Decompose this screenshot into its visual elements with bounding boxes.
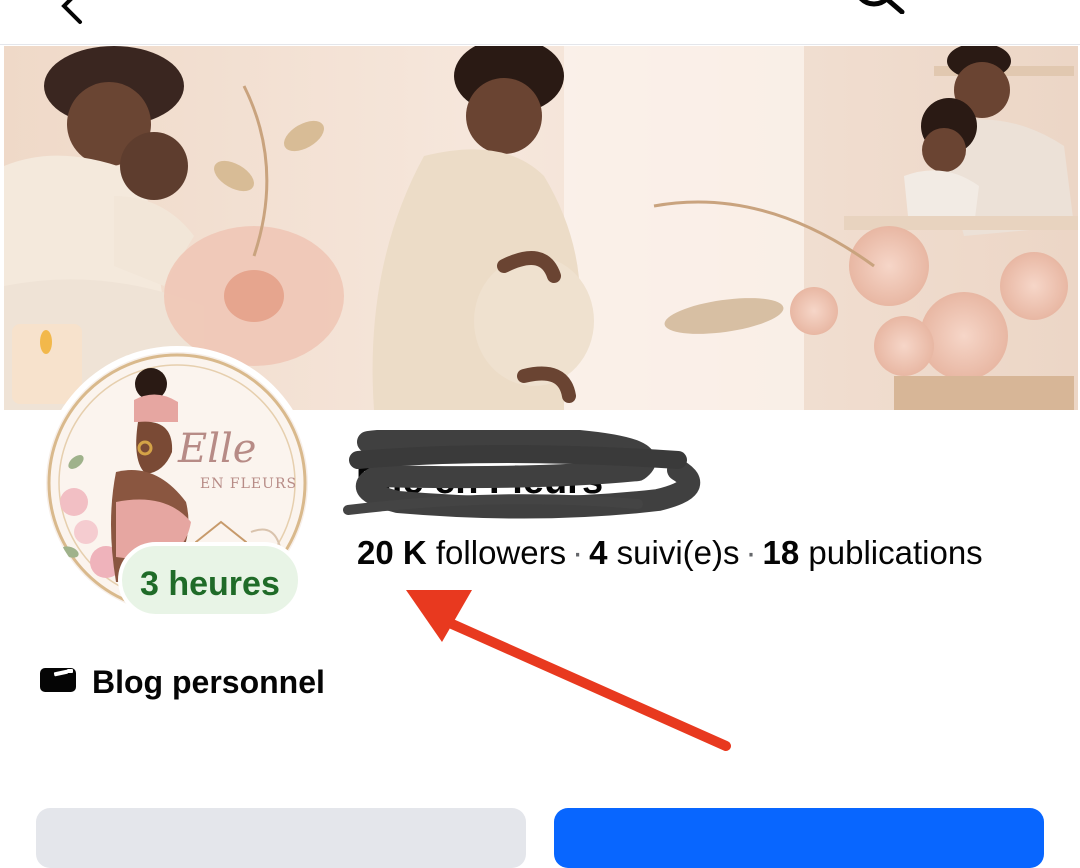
page-category: Blog personnel <box>40 664 325 701</box>
top-bar <box>0 0 1080 45</box>
video-camera-icon <box>40 666 76 699</box>
svg-text:Elle: Elle <box>177 426 256 472</box>
separator-dot: · <box>572 534 584 571</box>
category-label: Blog personnel <box>92 664 325 700</box>
following-label: suivi(e)s <box>616 534 740 571</box>
story-time-badge: 3 heures <box>118 542 302 618</box>
followers-count: 20 K <box>357 534 427 571</box>
primary-action-button[interactable] <box>554 808 1044 868</box>
secondary-action-button[interactable] <box>36 808 526 868</box>
annotation-arrow-icon <box>400 580 740 765</box>
profile-stats[interactable]: 20 K followers · 4 suivi(e)s · 18 publicatio… <box>357 534 983 572</box>
svg-text:EN FLEURS: EN FLEURS <box>200 476 297 492</box>
separator-dot: · <box>745 534 757 571</box>
followers-label: followers <box>435 534 567 571</box>
back-arrow-icon[interactable] <box>52 0 92 31</box>
posts-count: 18 <box>762 534 800 571</box>
search-icon[interactable] <box>848 0 908 19</box>
following-count: 4 <box>589 534 608 571</box>
posts-label: publications <box>808 534 983 571</box>
redaction-scribble <box>338 424 708 527</box>
